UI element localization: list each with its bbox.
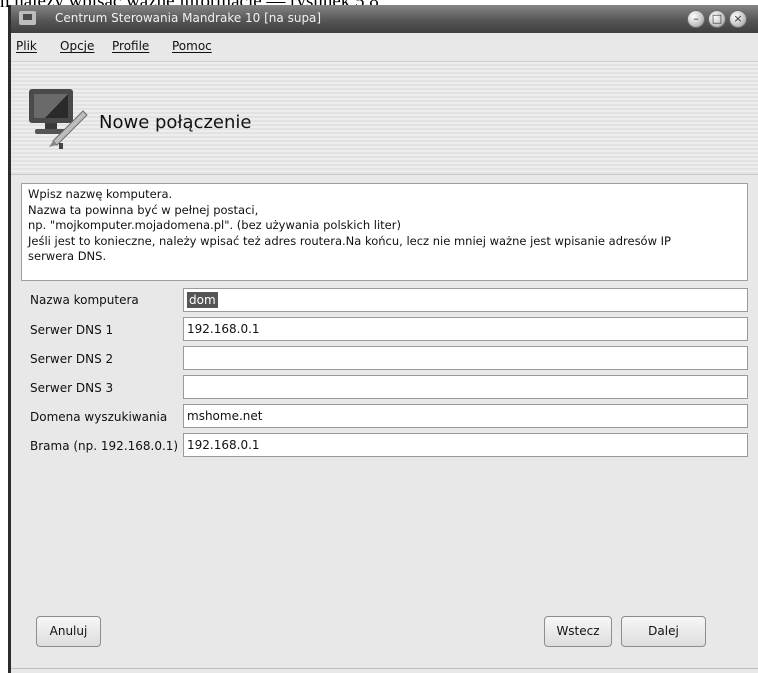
window-bottom-edge [11, 668, 758, 669]
mandrake-control-center-window: Centrum Sterowania Mandrake 10 [na supa]… [8, 5, 758, 673]
instructions-box: Wpisz nazwę komputera. Nazwa ta powinna … [21, 183, 748, 281]
title-bar[interactable]: Centrum Sterowania Mandrake 10 [na supa]… [11, 5, 758, 33]
hostname-label: Nazwa komputera [30, 293, 139, 307]
header-separator [11, 174, 758, 175]
dns1-input[interactable]: 192.168.0.1 [183, 317, 748, 341]
back-button[interactable]: Wstecz [544, 616, 612, 647]
dns2-label: Serwer DNS 2 [30, 352, 114, 366]
menu-pomoc[interactable]: Pomoc [172, 39, 212, 53]
next-button[interactable]: Dalej [621, 616, 706, 647]
instruction-line: Jeśli jest to konieczne, należy wpisać t… [28, 233, 671, 248]
dns1-label: Serwer DNS 1 [30, 323, 114, 337]
maximize-button[interactable]: □ [708, 10, 726, 28]
dns3-input[interactable] [183, 375, 748, 399]
page-title: Nowe połączenie [99, 112, 252, 133]
gateway-label: Brama (np. 192.168.0.1) [30, 439, 179, 453]
menu-bar: Plik Opcje Profile Pomoc [11, 33, 758, 62]
instruction-line: Nazwa ta powinna być w pełnej postaci, [28, 202, 259, 217]
close-button[interactable]: × [729, 10, 747, 28]
menu-opcje[interactable]: Opcje [60, 39, 94, 53]
search-domain-label: Domena wyszukiwania [30, 410, 168, 424]
dns2-input[interactable] [183, 346, 748, 370]
cancel-button[interactable]: Anuluj [36, 616, 101, 647]
gateway-input[interactable]: 192.168.0.1 [183, 433, 748, 457]
minimize-button[interactable]: – [687, 10, 705, 28]
window-title: Centrum Sterowania Mandrake 10 [na supa] [55, 11, 322, 25]
network-computer-icon [29, 89, 88, 149]
hostname-input[interactable]: dom [183, 288, 748, 312]
instruction-line: np. "mojkomputer.mojadomena.pl". (bez uż… [28, 218, 401, 232]
wizard-header: Nowe połączenie [11, 62, 758, 174]
menu-profile[interactable]: Profile [112, 39, 149, 53]
search-domain-input[interactable]: mshome.net [183, 404, 748, 428]
hostname-value: dom [187, 292, 218, 308]
menu-plik[interactable]: Plik [16, 39, 37, 53]
instruction-line: Wpisz nazwę komputera. [28, 187, 173, 201]
dns3-label: Serwer DNS 3 [30, 381, 114, 395]
app-icon [19, 11, 36, 25]
instruction-line: serwera DNS. [28, 249, 107, 263]
